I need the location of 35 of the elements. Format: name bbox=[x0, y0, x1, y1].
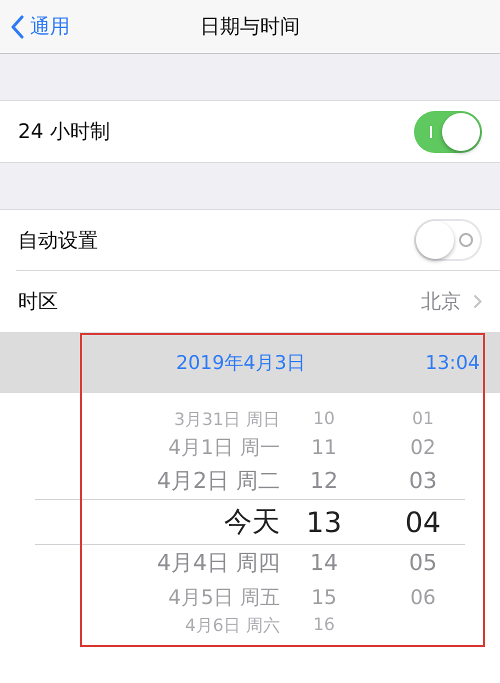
picker-date[interactable]: 4月4日 周四 bbox=[80, 548, 280, 578]
time-value: 13:04 bbox=[425, 352, 480, 374]
setting-label: 自动设置 bbox=[18, 226, 98, 254]
picker-date[interactable]: 3月31日 周日 bbox=[80, 408, 280, 430]
toggle-switch[interactable] bbox=[414, 219, 482, 261]
picker-date[interactable]: 4月1日 周一 bbox=[80, 434, 280, 460]
setting-value: 北京 bbox=[421, 288, 461, 315]
time-zone-row[interactable]: 时区 北京 bbox=[0, 271, 500, 332]
picker-date[interactable]: 4月6日 周六 bbox=[80, 614, 280, 636]
picker-minute[interactable]: 02 bbox=[368, 435, 478, 459]
date-time-picker[interactable]: 3月31日 周日 10 01 4月1日 周一 11 02 4月2日 周二 12 03 今天 13 04 4月4日 周四 14 05 4月5日 周五 15 06 4月6日 周六 16 bbox=[0, 393, 500, 683]
picker-date[interactable]: 4月2日 周二 bbox=[80, 466, 280, 496]
picker-hour[interactable]: 15 bbox=[292, 585, 356, 609]
picker-date[interactable]: 今天 bbox=[80, 503, 280, 541]
back-button[interactable]: 通用 bbox=[0, 13, 70, 40]
setting-label: 时区 bbox=[18, 288, 58, 315]
picker-minute[interactable]: 04 bbox=[368, 506, 478, 538]
picker-minute[interactable]: 01 bbox=[368, 409, 478, 429]
chevron-icon bbox=[473, 294, 482, 309]
picker-hour[interactable]: 14 bbox=[292, 550, 356, 576]
picker-hour[interactable]: 12 bbox=[292, 468, 356, 494]
picker-hour[interactable]: 13 bbox=[292, 506, 356, 538]
picker-hour[interactable]: 16 bbox=[292, 615, 356, 635]
toggle-switch[interactable] bbox=[414, 110, 482, 152]
picker-date[interactable]: 4月5日 周五 bbox=[80, 584, 280, 610]
picker-minute[interactable]: 05 bbox=[368, 550, 478, 576]
picker-minute[interactable]: 03 bbox=[368, 468, 478, 494]
nav-title: 日期与时间 bbox=[200, 13, 300, 40]
picker-minute[interactable]: 06 bbox=[368, 585, 478, 609]
picker-hour[interactable]: 11 bbox=[292, 435, 356, 459]
date-value: 2019年4月3日 bbox=[176, 351, 306, 376]
back-chevron-icon bbox=[10, 14, 24, 38]
date-time-bar[interactable]: 2019年4月3日 13:04 bbox=[0, 333, 500, 393]
setting-label: 24 小时制 bbox=[18, 118, 110, 145]
picker-hour[interactable]: 10 bbox=[292, 409, 356, 429]
